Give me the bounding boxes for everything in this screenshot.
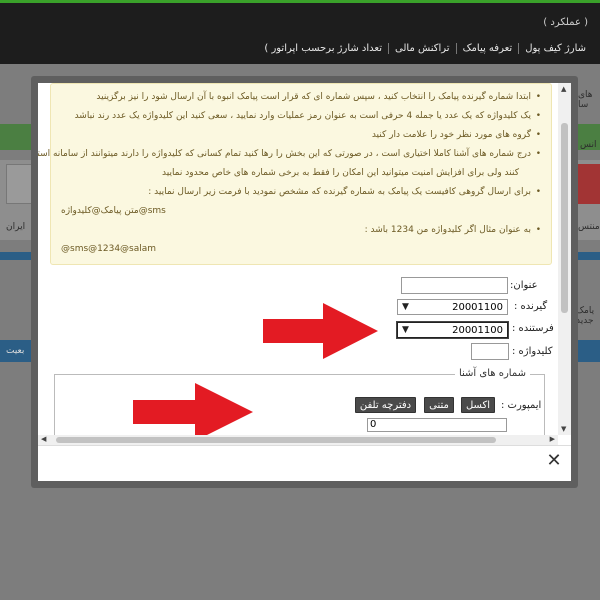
notice-box: • ابتدا شماره گیرنده پیامک را انتخاب کنید…: [38, 83, 552, 265]
sender-value: 20001100: [452, 324, 503, 336]
hscroll-thumb[interactable]: [56, 437, 496, 443]
receiver-label: گیرنده :: [514, 301, 548, 312]
nav-financial-transaction[interactable]: تراکنش مالی: [388, 43, 456, 54]
notice-item: • یک کلیدواژه که یک عدد یا جمله 4 حرفی اس…: [74, 111, 541, 121]
footer-divider: [38, 445, 571, 446]
bg-fragment: یامک جدید: [576, 306, 595, 326]
modal-dialog: • ابتدا شماره گیرنده پیامک را انتخاب کنید…: [31, 76, 578, 488]
scroll-down-icon[interactable]: ▼: [561, 425, 566, 433]
known-numbers-fieldset: شماره های آشنا ایمپورت : اکسل متنی دفترچ…: [54, 368, 545, 435]
notice-item: • به عنوان مثال اگر کلیدواژه من 1234 باشد…: [364, 225, 541, 235]
bg-fragment: ایران: [6, 222, 26, 232]
notice-item: • ابتدا شماره گیرنده پیامک را انتخاب کنید…: [96, 92, 541, 102]
modal-scroll-area: • ابتدا شماره گیرنده پیامک را انتخاب کنید…: [38, 83, 558, 435]
receiver-value: 20001100: [452, 301, 503, 313]
notice-item: کنند ولی برای افزایش امنیت میتوانید این …: [162, 168, 519, 178]
user-info[interactable]: ( عملکرد ): [543, 17, 588, 28]
scroll-right-icon[interactable]: ▶: [550, 435, 555, 443]
red-arrow-icon: [133, 383, 253, 435]
top-header: ( عملکرد ) شارژ کیف پول تعرفه پیامک تراک…: [0, 0, 600, 64]
known-numbers-legend: شماره های آشنا: [454, 368, 530, 379]
vertical-scrollbar[interactable]: ▲ ▼: [558, 83, 571, 435]
nav-wallet-charge[interactable]: شارژ کیف پول: [518, 43, 592, 54]
modal-body: • ابتدا شماره گیرنده پیامک را انتخاب کنید…: [38, 83, 571, 481]
scroll-left-icon[interactable]: ◀: [41, 435, 46, 443]
scroll-up-icon[interactable]: ▲: [561, 85, 566, 93]
sender-label: فرستنده :: [512, 323, 554, 334]
import-excel-button[interactable]: اکسل: [461, 397, 495, 413]
notice-item: • گروه های مورد نظر خود را علامت دار کنید: [371, 130, 541, 140]
sender-select[interactable]: ▼ 20001100: [397, 322, 508, 338]
bg-fragment: انس: [580, 140, 597, 150]
notice-item: • درج شماره های آشنا کاملا اختیاری است ، …: [38, 149, 541, 159]
close-icon[interactable]: ✕: [546, 452, 562, 470]
bg-fragment: منتس: [578, 222, 600, 232]
notice-example: @sms@1234@salam: [61, 244, 157, 254]
notice-example: متن پیامک@کلیدواژه@sms: [61, 206, 166, 216]
horizontal-scrollbar[interactable]: ◀ ▶: [38, 435, 558, 445]
red-arrow-icon: [263, 303, 378, 359]
import-label: ایمپورت :: [501, 400, 542, 411]
keyword-input[interactable]: [471, 343, 509, 360]
title-label: عنوان:: [510, 280, 538, 291]
top-nav: شارژ کیف پول تعرفه پیامک تراکنش مالی تعد…: [258, 43, 592, 54]
bg-fragment: های سا: [578, 90, 593, 110]
import-phonebook-button[interactable]: دفترچه تلفن: [355, 397, 416, 413]
notice-item: • برای ارسال گروهی کافیست یک پیامک به شما…: [148, 187, 541, 197]
nav-operator-charge[interactable]: تعداد شارژ برحسب اپراتور ): [258, 43, 388, 54]
receiver-select[interactable]: ▼ 20001100: [397, 299, 508, 315]
chevron-down-icon: ▼: [402, 302, 409, 312]
keyword-label: کلیدواژه :: [512, 346, 553, 357]
import-text-button[interactable]: متنی: [424, 397, 454, 413]
scroll-thumb[interactable]: [561, 123, 568, 313]
title-input[interactable]: [401, 277, 508, 294]
nav-sms-tariff[interactable]: تعرفه پیامک: [455, 43, 519, 54]
bg-fragment: بعیت: [6, 346, 25, 356]
known-numbers-input[interactable]: 0: [367, 418, 507, 432]
chevron-down-icon: ▼: [402, 325, 409, 335]
